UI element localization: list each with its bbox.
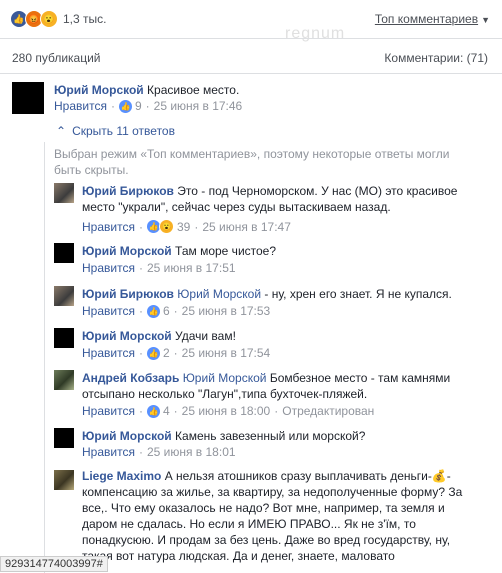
like-button[interactable]: Нравится bbox=[82, 445, 135, 459]
reply-text: Там море чистое? bbox=[175, 244, 277, 258]
timestamp[interactable]: 25 июня в 17:47 bbox=[202, 220, 291, 234]
comment-meta: Нравится · 👍 9 · 25 июня в 17:46 bbox=[54, 99, 243, 113]
reply-author[interactable]: Юрий Морской bbox=[82, 429, 172, 443]
reply-body: Юрий Бирюков Юрий Морской - ну, хрен его… bbox=[82, 286, 472, 302]
divider bbox=[0, 38, 502, 39]
reply-meta: Нравится · 👍 2 · 25 июня в 17:54 bbox=[82, 346, 271, 360]
divider bbox=[0, 73, 502, 74]
like-icon: 👍 bbox=[146, 304, 160, 318]
like-icon: 👍 bbox=[118, 99, 132, 113]
publications-count: 280 публикаций bbox=[12, 51, 101, 65]
reply-author[interactable]: Андрей Кобзарь bbox=[82, 371, 179, 385]
edited-label[interactable]: Отредактирован bbox=[282, 404, 374, 418]
comments-header: 280 публикаций Комментарии: (71) bbox=[0, 46, 502, 70]
sort-dropdown[interactable]: Топ комментариев ▼ bbox=[375, 12, 490, 26]
reactions-summary[interactable]: 👍 😡 😮 1,3 тыс. bbox=[10, 10, 106, 28]
timestamp[interactable]: 25 июня в 17:54 bbox=[182, 346, 271, 360]
main-comment-body: Юрий Морской Красивое место. bbox=[54, 82, 484, 98]
timestamp[interactable]: 25 июня в 17:46 bbox=[154, 99, 243, 113]
comment-text: Красивое место. bbox=[147, 83, 240, 97]
reply-text: Камень завезенный или морской? bbox=[175, 429, 366, 443]
like-count[interactable]: 39 bbox=[177, 220, 190, 234]
like-icon: 👍 bbox=[146, 404, 160, 418]
avatar[interactable] bbox=[54, 286, 74, 306]
reply-body: Юрий Морской Удачи вам! bbox=[82, 328, 472, 344]
reply-body: Юрий Морской Там море чистое? bbox=[82, 243, 472, 259]
reactions-bar: 👍 😡 😮 1,3 тыс. regnum Топ комментариев ▼ bbox=[0, 0, 502, 42]
chevron-up-icon: ⌃ bbox=[56, 124, 67, 138]
timestamp[interactable]: 25 июня в 17:51 bbox=[147, 261, 236, 275]
reply-body: Андрей Кобзарь Юрий Морской Бомбезное ме… bbox=[82, 370, 472, 402]
thread-line bbox=[44, 142, 45, 573]
timestamp[interactable]: 25 июня в 18:01 bbox=[147, 445, 236, 459]
sort-label: Топ комментариев bbox=[374, 12, 479, 26]
reply-text: А нельзя атошников сразу выплачивать ден… bbox=[82, 469, 463, 563]
like-button[interactable]: Нравится bbox=[82, 404, 135, 418]
like-button[interactable]: Нравится bbox=[82, 261, 135, 275]
avatar[interactable] bbox=[54, 470, 74, 490]
reply-mention[interactable]: Юрий Морской bbox=[177, 287, 261, 301]
reply-author[interactable]: Юрий Бирюков bbox=[82, 287, 174, 301]
like-count[interactable]: 4 bbox=[163, 404, 170, 418]
reply-author[interactable]: Юрий Морской bbox=[82, 244, 172, 258]
comments-count: Комментарии: (71) bbox=[384, 51, 488, 65]
reply-meta: Нравится · 25 июня в 17:51 bbox=[82, 261, 236, 275]
like-button[interactable]: Нравится bbox=[82, 346, 135, 360]
wow-reaction-icon: 😮 bbox=[40, 10, 58, 28]
reply-meta: Нравится · 👍 😮 39 · 25 июня в 17:47 bbox=[82, 219, 291, 234]
avatar[interactable] bbox=[54, 328, 74, 348]
avatar[interactable] bbox=[54, 428, 74, 448]
hide-replies-label: Скрыть 11 ответов bbox=[72, 124, 175, 138]
like-count[interactable]: 9 bbox=[135, 99, 142, 113]
reply-meta: Нравится · 25 июня в 18:01 bbox=[82, 445, 236, 459]
caret-down-icon: ▼ bbox=[481, 15, 490, 25]
reactions-count: 1,3 тыс. bbox=[63, 12, 107, 26]
top-comments-notice: Выбран режим «Топ комментариев», поэтому… bbox=[54, 147, 450, 177]
reply-text: - ну, хрен его знает. Я не купался. bbox=[264, 287, 452, 301]
reply-meta: Нравится · 👍 4 · 25 июня в 18:00 · Отредакти… bbox=[82, 404, 375, 418]
reply-text: Удачи вам! bbox=[175, 329, 236, 343]
reply-body: Юрий Морской Камень завезенный или морск… bbox=[82, 428, 472, 444]
comment-author[interactable]: Юрий Морской bbox=[54, 83, 144, 97]
reply-body: Юрий Бирюков Это - под Черноморском. У н… bbox=[82, 183, 472, 215]
hide-replies-link[interactable]: ⌃ Скрыть 11 ответов bbox=[56, 124, 175, 138]
reply-body: Liege Maximo А нельзя атошников сразу вы… bbox=[82, 468, 472, 564]
reply-author[interactable]: Юрий Бирюков bbox=[82, 184, 174, 198]
like-button[interactable]: Нравится bbox=[82, 220, 135, 234]
avatar[interactable] bbox=[54, 243, 74, 263]
like-count[interactable]: 6 bbox=[163, 304, 170, 318]
reply-meta: Нравится · 👍 6 · 25 июня в 17:53 bbox=[82, 304, 271, 318]
avatar[interactable] bbox=[12, 82, 44, 114]
reply-author[interactable]: Liege Maximo bbox=[82, 469, 161, 483]
wow-icon: 😮 bbox=[158, 219, 174, 234]
like-button[interactable]: Нравится bbox=[54, 99, 107, 113]
avatar[interactable] bbox=[54, 183, 74, 203]
like-button[interactable]: Нравится bbox=[82, 304, 135, 318]
watermark: regnum bbox=[285, 25, 346, 42]
timestamp[interactable]: 25 июня в 18:00 bbox=[182, 404, 271, 418]
reply-author[interactable]: Юрий Морской bbox=[82, 329, 172, 343]
avatar[interactable] bbox=[54, 370, 74, 390]
timestamp[interactable]: 25 июня в 17:53 bbox=[182, 304, 271, 318]
like-count[interactable]: 2 bbox=[163, 346, 170, 360]
like-icon: 👍 bbox=[146, 346, 160, 360]
status-id: 929314774003997# bbox=[0, 556, 108, 572]
reply-mention[interactable]: Юрий Морской bbox=[183, 371, 267, 385]
